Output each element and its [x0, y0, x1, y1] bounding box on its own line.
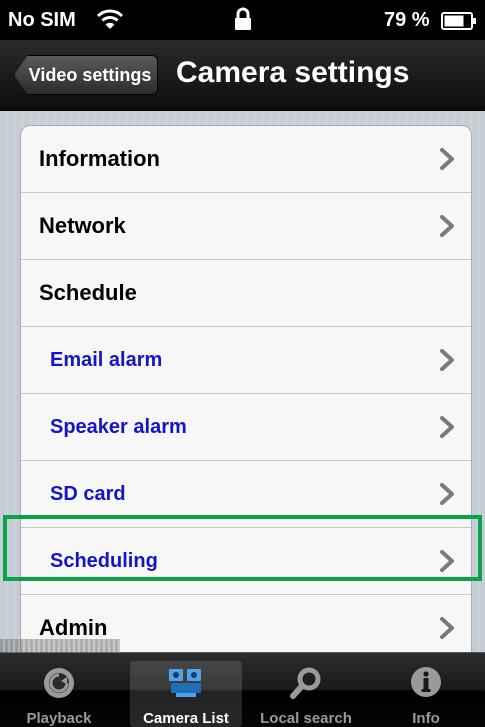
settings-content[interactable]: Information Network Schedule Email alarm Spe… — [0, 111, 485, 663]
settings-row-label: Email alarm — [50, 348, 163, 371]
carrier-label: No SIM — [8, 9, 76, 31]
tab-playback[interactable]: Playback — [3, 661, 115, 727]
tab-info[interactable]: Info — [370, 661, 482, 727]
tab-label: Camera List — [143, 710, 229, 727]
camera-list-icon — [169, 669, 201, 697]
tab-bar: Playback Camera List Local search Info — [0, 639, 485, 727]
settings-row-network[interactable]: Network — [21, 193, 471, 260]
chevron-right-icon — [440, 416, 454, 438]
settings-row-label: Information — [39, 146, 160, 171]
battery-percent: 79 % — [384, 9, 430, 31]
info-icon — [411, 667, 441, 697]
chevron-right-icon — [440, 215, 454, 237]
settings-row-schedule[interactable]: Schedule — [21, 260, 471, 327]
settings-row-label: Scheduling — [50, 549, 158, 572]
settings-row-speaker-alarm[interactable]: Speaker alarm — [21, 394, 471, 461]
settings-row-scheduling[interactable]: Scheduling — [21, 528, 471, 595]
tab-label: Local search — [260, 710, 352, 727]
chevron-right-icon — [440, 550, 454, 572]
decorative-strip — [0, 639, 120, 653]
settings-group: Information Network Schedule Email alarm Spe… — [20, 125, 472, 662]
settings-row-label: SD card — [50, 482, 126, 505]
settings-row-information[interactable]: Information — [21, 126, 471, 193]
settings-row-label: Admin — [39, 615, 108, 640]
search-icon — [290, 667, 321, 699]
settings-row-label: Schedule — [39, 280, 137, 305]
settings-row-sd-card[interactable]: SD card — [21, 461, 471, 528]
battery-icon — [441, 12, 476, 30]
lock-icon — [235, 7, 251, 30]
back-button[interactable]: Video settings — [14, 55, 158, 95]
settings-row-label: Network — [39, 213, 126, 238]
wifi-icon — [96, 9, 124, 29]
chevron-right-icon — [440, 349, 454, 371]
chevron-right-icon — [440, 148, 454, 170]
playback-icon — [44, 668, 74, 698]
page-title: Camera settings — [176, 56, 410, 89]
tab-label: Info — [412, 710, 440, 727]
tab-local-search[interactable]: Local search — [250, 661, 362, 727]
navigation-bar: Video settings Camera settings — [0, 40, 485, 111]
settings-row-label: Speaker alarm — [50, 415, 187, 438]
chevron-right-icon — [440, 617, 454, 639]
chevron-right-icon — [440, 483, 454, 505]
tab-camera-list[interactable]: Camera List — [130, 661, 242, 727]
status-bar: No SIM 79 % — [0, 0, 485, 40]
settings-row-email-alarm[interactable]: Email alarm — [21, 327, 471, 394]
tab-label: Playback — [26, 710, 92, 727]
